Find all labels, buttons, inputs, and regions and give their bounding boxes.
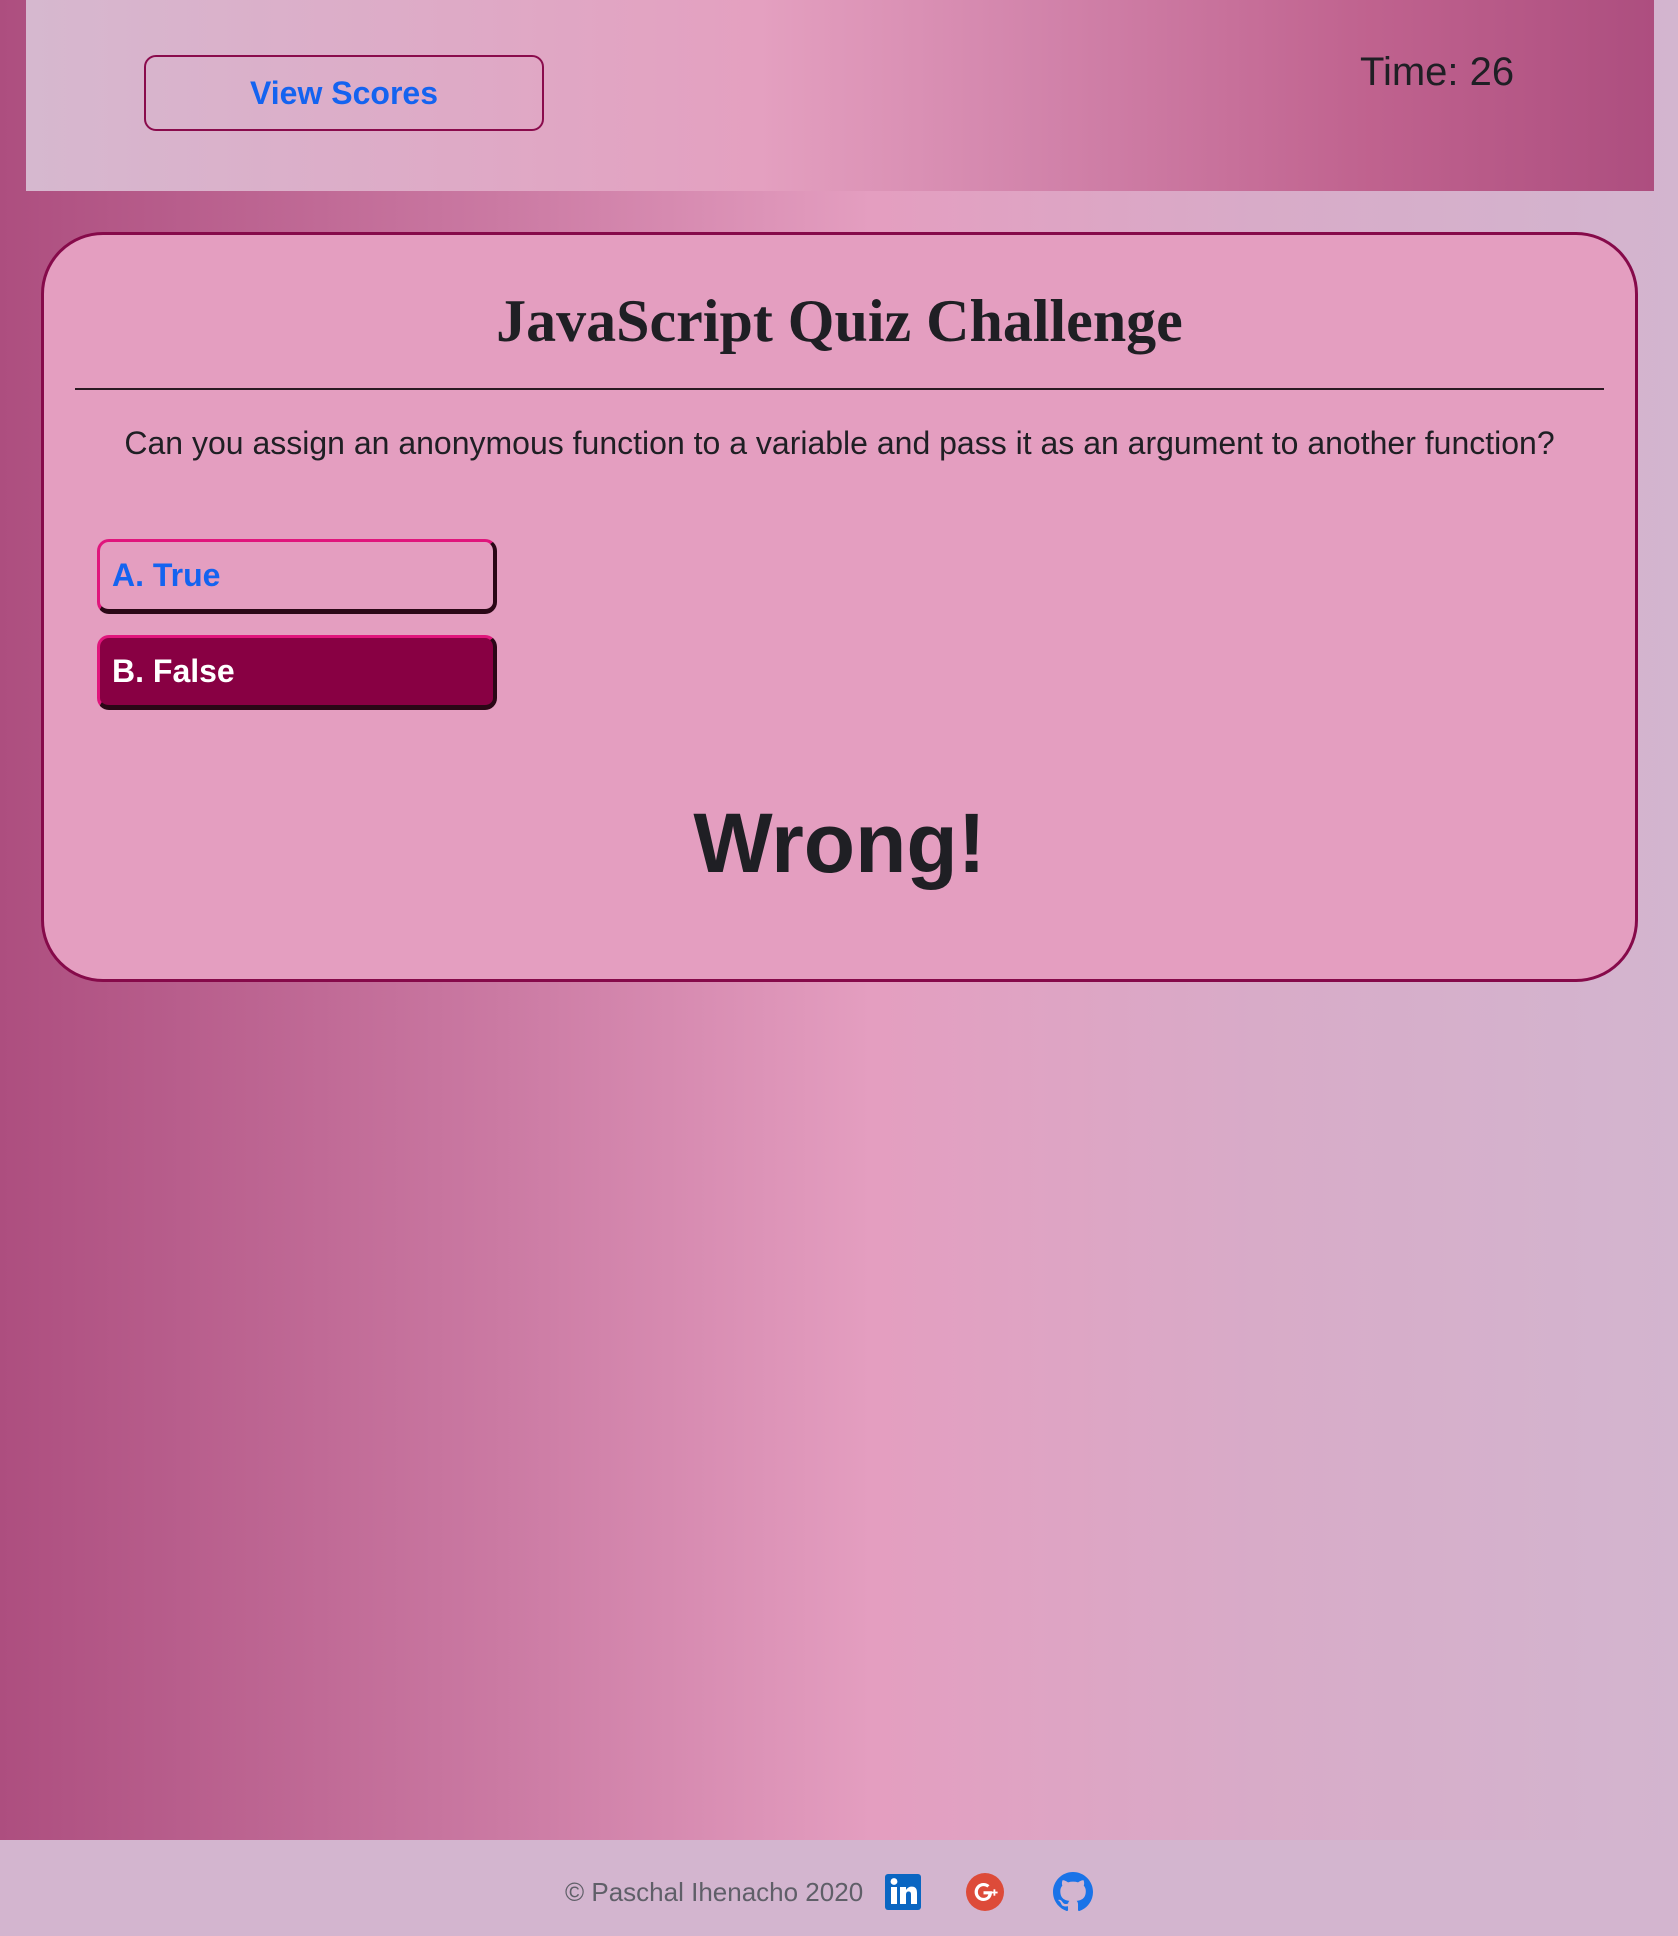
answer-button-a[interactable]: A. True <box>97 539 497 614</box>
timer: Time: 26 <box>1360 50 1515 94</box>
quiz-card: JavaScript Quiz Challenge Can you assign… <box>41 232 1638 982</box>
answer-label: B. False <box>112 653 235 689</box>
quiz-title: JavaScript Quiz Challenge <box>496 288 1183 354</box>
answer-feedback: Wrong! <box>693 796 986 890</box>
footer: © Paschal Ihenacho 2020 <box>0 1840 1678 1936</box>
github-icon[interactable] <box>1053 1872 1093 1912</box>
answer-label: A. True <box>112 557 221 593</box>
question-text: Can you assign an anonymous function to … <box>124 425 1555 461</box>
google-plus-icon[interactable] <box>965 1872 1005 1912</box>
top-bar: View Scores Time: 26 <box>26 0 1654 191</box>
linkedin-icon[interactable] <box>883 1872 923 1912</box>
copyright-text: © Paschal Ihenacho 2020 <box>565 1877 864 1907</box>
view-scores-button[interactable]: View Scores <box>144 55 544 131</box>
title-divider <box>75 388 1604 390</box>
answer-button-b[interactable]: B. False <box>97 635 497 710</box>
